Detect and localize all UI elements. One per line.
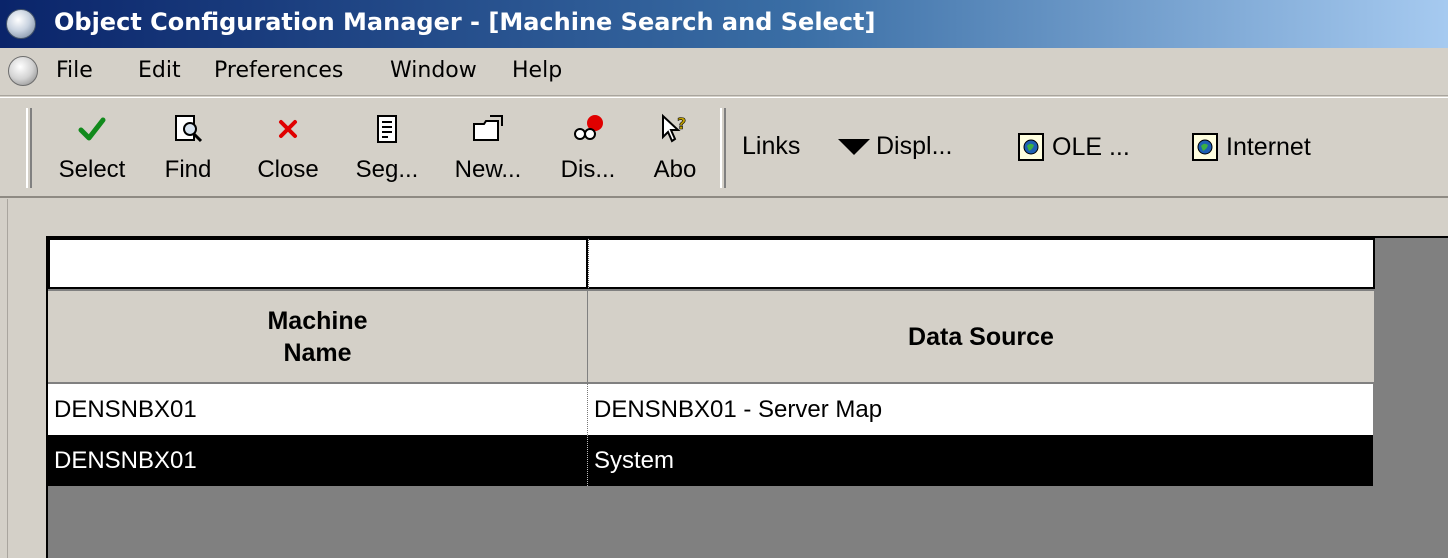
new-button[interactable]: New... — [440, 104, 536, 192]
checkmark-icon — [75, 112, 109, 146]
triangle-down-icon — [838, 138, 870, 155]
document-icon[interactable] — [8, 56, 38, 86]
menu-help[interactable]: Help — [512, 58, 562, 83]
new-label: New... — [454, 156, 522, 183]
machine-name-cell: DENSNBX01 — [54, 395, 197, 423]
column-header-machine-name[interactable]: Machine Name — [48, 291, 588, 383]
svg-text:?: ? — [677, 114, 686, 133]
qbe-machine-name-input[interactable] — [48, 238, 588, 289]
machine-name-cell: DENSNBX01 — [54, 446, 197, 474]
menu-window[interactable]: Window — [390, 58, 477, 83]
display-icon — [571, 112, 605, 146]
internet-label: Internet — [1226, 132, 1311, 161]
display-dropdown-label: Displ... — [876, 132, 953, 160]
display-label: Dis... — [560, 156, 616, 183]
toolbar-grip-2[interactable] — [720, 108, 726, 188]
menu-preferences[interactable]: Preferences — [214, 58, 343, 83]
internet-button[interactable]: Internet — [1190, 132, 1311, 162]
data-source-cell: System — [594, 446, 675, 474]
toolbar-grip[interactable] — [26, 108, 32, 188]
column-header-data-source[interactable]: Data Source — [588, 291, 1375, 383]
close-icon — [271, 112, 305, 146]
select-button[interactable]: Select — [44, 104, 140, 192]
data-source-cell: DENSNBX01 - Server Map — [594, 395, 883, 423]
find-label: Find — [164, 156, 212, 183]
find-button[interactable]: Find — [152, 104, 224, 192]
sequencing-button[interactable]: Seg... — [342, 104, 432, 192]
find-icon — [171, 112, 205, 146]
about-button[interactable]: ? Abo — [640, 104, 710, 192]
app-icon[interactable] — [6, 9, 36, 39]
ole-document-icon — [1018, 133, 1044, 161]
menu-bar: File Edit Preferences Window Help — [0, 48, 1448, 96]
close-label: Close — [257, 156, 319, 183]
links-button[interactable]: Links — [742, 132, 800, 161]
table-row[interactable]: DENSNBX01 DENSNBX01 - Server Map — [48, 384, 1373, 435]
toolbar: Select Find Close Seg... New... Dis... ?… — [0, 97, 1448, 198]
select-label: Select — [58, 156, 126, 183]
table-row-selected[interactable]: DENSNBX01 System — [48, 435, 1373, 486]
menu-file[interactable]: File — [56, 58, 93, 83]
about-label: Abo — [653, 156, 697, 183]
menu-edit[interactable]: Edit — [138, 58, 181, 83]
display-button[interactable]: Dis... — [546, 104, 630, 192]
display-dropdown-button[interactable]: Displ... — [838, 132, 952, 161]
internet-document-icon — [1192, 133, 1218, 161]
sequencing-label: Seg... — [355, 156, 419, 183]
column-header-machine-name-label: Machine Name — [267, 306, 368, 367]
window-left-edge — [0, 199, 8, 558]
column-header-data-source-label: Data Source — [908, 322, 1054, 351]
links-label: Links — [742, 132, 801, 160]
sequencing-icon — [370, 112, 404, 146]
about-icon: ? — [658, 112, 692, 146]
ole-label: OLE ... — [1052, 132, 1130, 161]
title-bar: Object Configuration Manager - [Machine … — [0, 0, 1448, 48]
new-folder-icon — [471, 112, 505, 146]
qbe-data-source-input[interactable] — [588, 238, 1375, 289]
close-button[interactable]: Close — [240, 104, 336, 192]
window-title: Object Configuration Manager - [Machine … — [54, 8, 876, 36]
ole-button[interactable]: OLE ... — [1016, 132, 1130, 162]
